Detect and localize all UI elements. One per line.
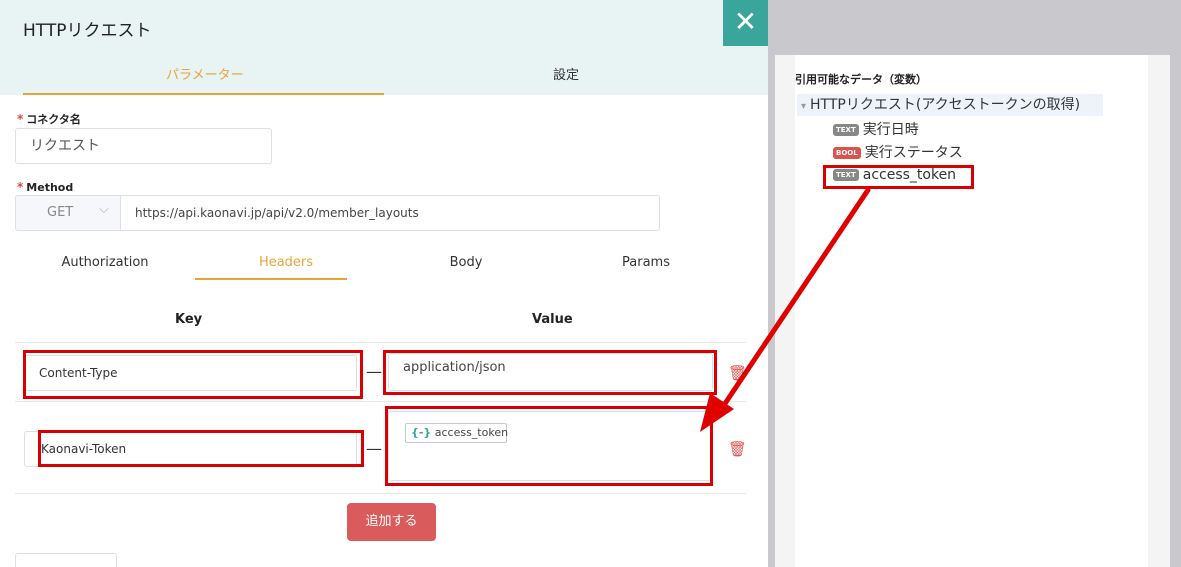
annotation-arrow — [700, 187, 871, 432]
